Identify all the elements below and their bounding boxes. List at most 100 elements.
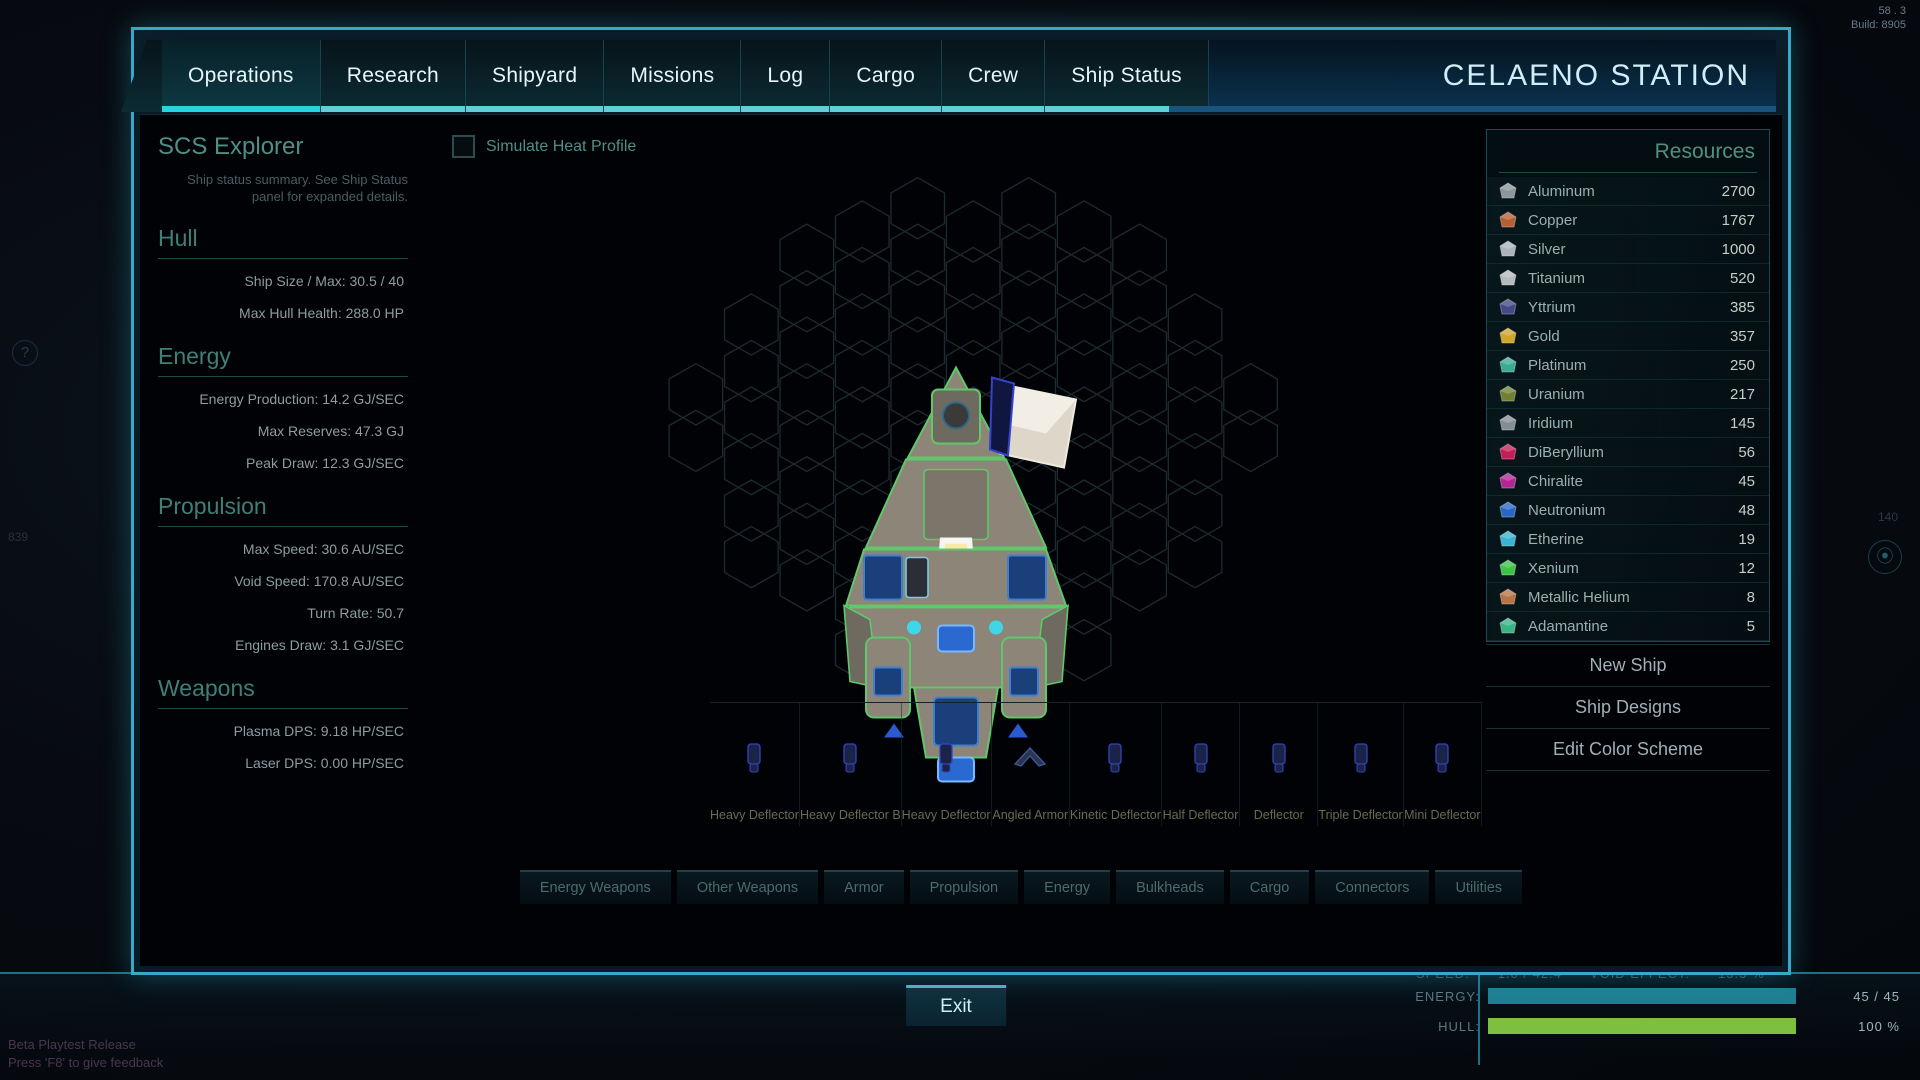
- nav-tab-crew[interactable]: Crew: [942, 40, 1046, 112]
- nav-tab-label: Log: [767, 64, 804, 87]
- part-category-tabs[interactable]: Energy Weapons Other Weapons Armor Propulsi…: [519, 870, 1523, 904]
- stat-line: Engines Draw: 3.1 GJ/SEC: [235, 637, 404, 653]
- part-label: Triple Deflector: [1318, 808, 1403, 822]
- part-label: Heavy Deflector: [710, 808, 799, 822]
- exit-button[interactable]: Exit: [906, 985, 1006, 1026]
- nav-tab-research[interactable]: Research: [320, 40, 467, 112]
- resource-amount: 145: [1729, 414, 1755, 432]
- nav-tab-shipyard[interactable]: Shipyard: [466, 40, 605, 112]
- resource-row[interactable]: Uranium 217: [1487, 380, 1769, 409]
- resource-ore-icon: [1497, 354, 1519, 376]
- stat-section-heading: Propulsion: [158, 493, 267, 519]
- beta-line-1: Beta Playtest Release: [8, 1037, 136, 1052]
- category-tab-propulsion[interactable]: Propulsion: [909, 870, 1019, 904]
- category-tab-armor[interactable]: Armor: [824, 870, 904, 904]
- hud-energy-value: 45 / 45: [1853, 988, 1900, 1004]
- part-label: Half Deflector: [1162, 808, 1239, 822]
- resource-ore-icon: [1497, 441, 1519, 463]
- part-cell[interactable]: Heavy Deflector B: [800, 703, 902, 826]
- resource-row[interactable]: Aluminum 2700: [1487, 177, 1769, 206]
- new-ship-button[interactable]: New Ship: [1486, 645, 1770, 687]
- ship-description: Ship status summary. See Ship Status pan…: [187, 172, 408, 204]
- resource-row[interactable]: Xenium 12: [1487, 554, 1769, 583]
- resource-row[interactable]: Metallic Helium 8: [1487, 583, 1769, 612]
- category-tab-utilities[interactable]: Utilities: [1435, 870, 1523, 904]
- resource-row[interactable]: Copper 1767: [1487, 206, 1769, 235]
- deflector-part-icon: [1318, 703, 1402, 808]
- sidebar-actions: New Ship Ship Designs Edit Color Scheme: [1486, 644, 1770, 771]
- part-label: Deflector: [1253, 808, 1304, 822]
- resource-row[interactable]: Etherine 19: [1487, 525, 1769, 554]
- stat-line: Max Speed: 30.6 AU/SEC: [242, 541, 404, 557]
- category-tab-connectors[interactable]: Connectors: [1315, 870, 1430, 904]
- nav-tab-missions[interactable]: Missions: [604, 40, 742, 112]
- resource-row[interactable]: Chiralite 45: [1487, 467, 1769, 496]
- part-cell[interactable]: Heavy Deflector: [710, 703, 800, 826]
- resource-row[interactable]: Yttrium 385: [1487, 293, 1769, 322]
- stat-section-hull: Hull Ship Size / Max: 30.5 / 40 Max Hull H…: [158, 225, 408, 329]
- left-marker: 839: [8, 530, 29, 544]
- resource-row[interactable]: Neutronium 48: [1487, 496, 1769, 525]
- resources-panel: Resources Aluminum 2700 Copper 1767 Silver 10…: [1486, 129, 1770, 642]
- resource-name: DiBeryllium: [1528, 443, 1604, 461]
- category-tab-energy-weapons[interactable]: Energy Weapons: [519, 870, 671, 904]
- resource-row[interactable]: Titanium 520: [1487, 264, 1769, 293]
- resource-name: Titanium: [1528, 269, 1585, 287]
- nav-tab-label: Operations: [188, 64, 294, 87]
- help-icon[interactable]: ?: [12, 340, 38, 366]
- deflector-part-icon: [1404, 703, 1481, 808]
- resource-name: Metallic Helium: [1528, 588, 1630, 606]
- part-cell[interactable]: Half Deflector: [1162, 703, 1241, 826]
- resource-amount: 1000: [1721, 240, 1755, 258]
- deflector-part-icon: [1162, 703, 1239, 808]
- resource-amount: 357: [1729, 327, 1755, 345]
- category-tab-energy[interactable]: Energy: [1024, 870, 1111, 904]
- simulate-heat-profile-label: Simulate Heat Profile: [486, 137, 637, 155]
- nav-tab-log[interactable]: Log: [741, 40, 831, 112]
- nav-tab-operations[interactable]: Operations: [162, 40, 321, 112]
- part-cell[interactable]: Deflector: [1240, 703, 1319, 826]
- part-cell[interactable]: Angled Armor: [992, 703, 1070, 826]
- resource-amount: 48: [1738, 501, 1755, 519]
- part-cell[interactable]: Mini Deflector: [1404, 703, 1482, 826]
- category-tab-other-weapons[interactable]: Other Weapons: [676, 870, 819, 904]
- resource-name: Adamantine: [1528, 617, 1609, 635]
- part-cell[interactable]: Triple Deflector: [1318, 703, 1404, 826]
- resource-ore-icon: [1497, 528, 1519, 550]
- hud-energy-label: ENERGY:: [1415, 988, 1480, 1004]
- resource-row[interactable]: Adamantine 5: [1487, 612, 1769, 641]
- part-cell[interactable]: Heavy Deflector: [902, 703, 992, 826]
- hud-hull-row: HULL: 100 %: [1330, 1011, 1900, 1041]
- resource-row[interactable]: Platinum 250: [1487, 351, 1769, 380]
- parts-palette[interactable]: Heavy Deflector Heavy Deflector B Heavy De…: [710, 702, 1482, 826]
- resource-amount: 520: [1729, 269, 1755, 287]
- resource-ore-icon: [1497, 499, 1519, 521]
- resource-ore-icon: [1497, 586, 1519, 608]
- resource-ore-icon: [1497, 180, 1519, 202]
- ship-designs-button[interactable]: Ship Designs: [1486, 687, 1770, 729]
- stat-section-heading: Hull: [158, 225, 198, 251]
- compass-icon[interactable]: ⦿: [1868, 540, 1902, 574]
- shipyard-window: Operations Research Shipyard Missions Log Car…: [120, 27, 1791, 1026]
- resources-title: Resources: [1654, 140, 1755, 163]
- resource-amount: 2700: [1721, 182, 1755, 200]
- right-marker: 140: [1877, 510, 1898, 524]
- category-tab-cargo[interactable]: Cargo: [1229, 870, 1310, 904]
- resource-name: Platinum: [1528, 356, 1587, 374]
- nav-tab-cargo[interactable]: Cargo: [830, 40, 943, 112]
- category-tab-bulkheads[interactable]: Bulkheads: [1116, 870, 1224, 904]
- resource-amount: 5: [1746, 617, 1755, 635]
- nav-tab-label: Cargo: [856, 64, 916, 87]
- resource-row[interactable]: Gold 357: [1487, 322, 1769, 351]
- ship-summary-panel: SCS Explorer Ship status summary. See Sh…: [140, 115, 430, 966]
- resource-row[interactable]: Iridium 145: [1487, 409, 1769, 438]
- resource-row[interactable]: Silver 1000: [1487, 235, 1769, 264]
- stat-line: Turn Rate: 50.7: [307, 605, 404, 621]
- part-cell[interactable]: Kinetic Deflector: [1070, 703, 1162, 826]
- resource-ore-icon: [1497, 615, 1519, 637]
- nav-tab-ship-status[interactable]: Ship Status: [1045, 40, 1209, 112]
- stat-section-propulsion: Propulsion Max Speed: 30.6 AU/SEC Void Spe…: [158, 493, 408, 661]
- resource-ore-icon: [1497, 209, 1519, 231]
- edit-color-scheme-button[interactable]: Edit Color Scheme: [1486, 729, 1770, 771]
- resource-row[interactable]: DiBeryllium 56: [1487, 438, 1769, 467]
